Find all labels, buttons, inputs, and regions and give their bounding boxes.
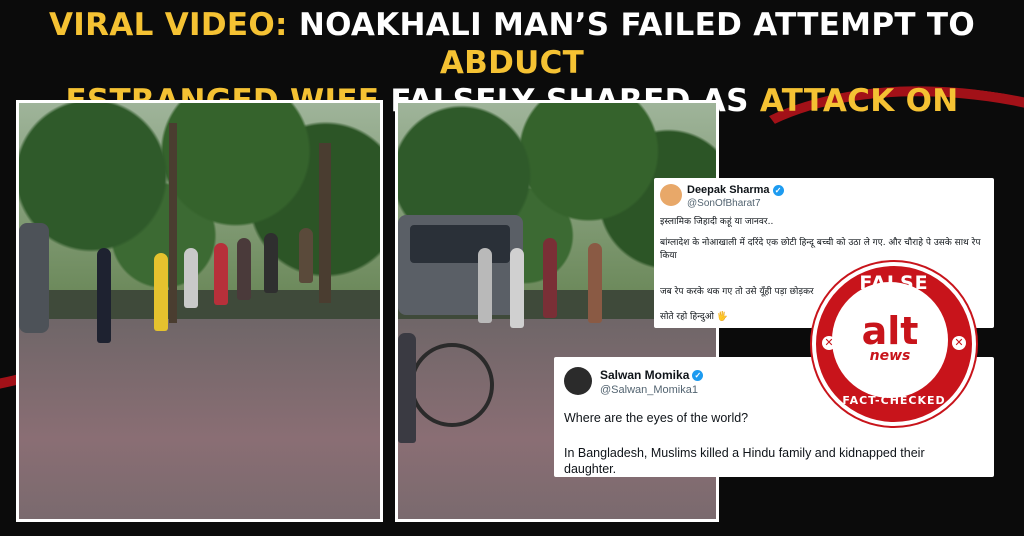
tweet-author-name: Salwan Momika bbox=[600, 368, 690, 382]
person-running bbox=[237, 238, 251, 300]
van-window bbox=[410, 225, 510, 263]
close-icon: ✕ bbox=[822, 336, 836, 350]
logo-alt-text: alt bbox=[861, 309, 919, 353]
avatar bbox=[660, 184, 682, 206]
photo-ground bbox=[19, 319, 380, 519]
video-still-left bbox=[16, 100, 383, 522]
logo-news-text: news bbox=[869, 348, 911, 364]
tweet-text-line: इस्लामिक जिहादी कहूं या जानवर.. bbox=[660, 217, 774, 227]
close-icon: ✕ bbox=[952, 336, 966, 350]
tweet-handle: @SonOfBharat7 bbox=[687, 198, 761, 209]
tweet-text-line: बांग्लादेश के नोआखाली में दरिंदे एक छोटी… bbox=[660, 238, 981, 261]
person-carrying bbox=[543, 238, 557, 318]
tree-trunk bbox=[319, 143, 331, 303]
tweet-author-name: Deepak Sharma bbox=[687, 184, 770, 196]
alt-news-logo: alt news bbox=[832, 282, 948, 398]
person-running bbox=[97, 248, 111, 343]
tweet-handle: @Salwan_Momika1 bbox=[600, 384, 698, 396]
parked-car bbox=[19, 223, 49, 333]
bicycle-wheel bbox=[410, 343, 494, 427]
tweet-author: Deepak Sharma ✓ bbox=[687, 184, 784, 196]
bystander bbox=[398, 333, 416, 443]
tweet-author: Salwan Momika ✓ bbox=[600, 368, 704, 382]
person-running bbox=[214, 243, 228, 305]
person-running bbox=[264, 233, 278, 293]
person-carrying bbox=[478, 248, 492, 323]
headline-highlight: VIRAL VIDEO: bbox=[49, 7, 288, 43]
headline-highlight: ABDUCT bbox=[439, 45, 585, 81]
person-carrying bbox=[510, 248, 524, 328]
tweet-text-line: In Bangladesh, Muslims killed a Hindu fa… bbox=[564, 446, 925, 476]
fact-check-badge: FALSE alt news ✕ ✕ FACT-CHECKED bbox=[812, 262, 976, 426]
person-walking bbox=[588, 243, 602, 323]
tree-trunk bbox=[169, 123, 177, 323]
headline-text: NOAKHALI MAN’S FAILED ATTEMPT TO bbox=[287, 7, 975, 43]
person-running bbox=[154, 253, 168, 331]
person-running bbox=[299, 228, 313, 283]
fact-checked-label: FACT-CHECKED bbox=[842, 394, 946, 407]
headline-line-1: VIRAL VIDEO: NOAKHALI MAN’S FAILED ATTEM… bbox=[0, 6, 1024, 82]
verified-check-icon: ✓ bbox=[692, 370, 704, 382]
verified-check-icon: ✓ bbox=[772, 184, 784, 196]
person-running bbox=[184, 248, 198, 308]
avatar bbox=[564, 367, 592, 395]
